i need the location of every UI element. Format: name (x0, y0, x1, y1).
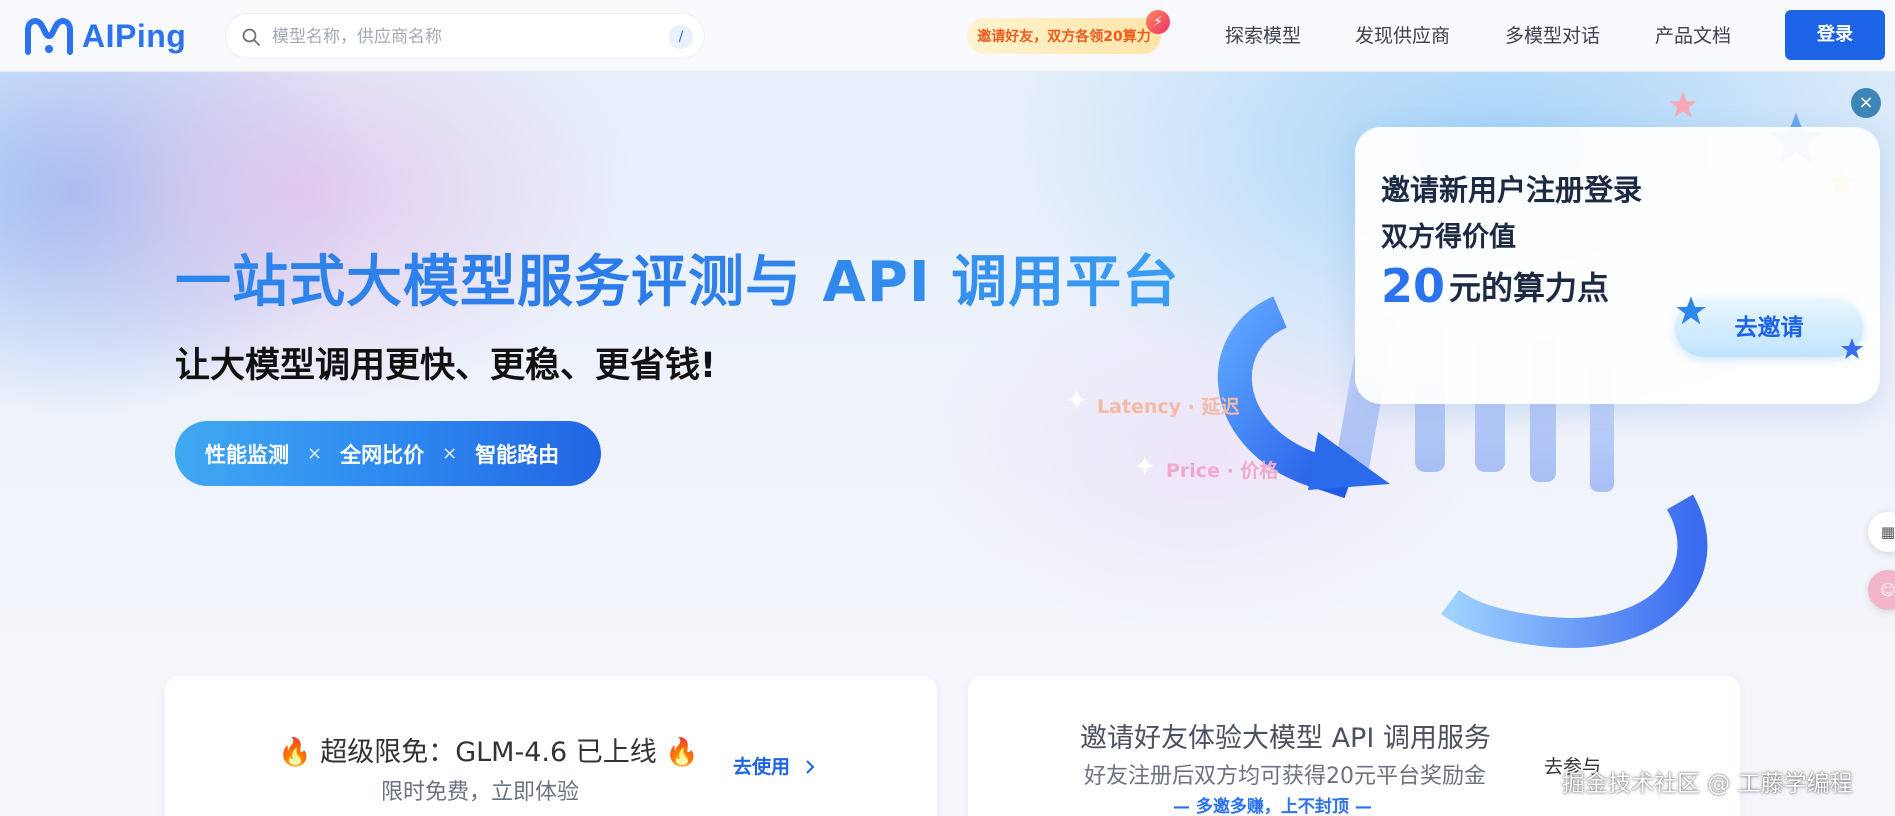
nav-explore-models[interactable]: 探索模型 (1225, 22, 1301, 50)
close-icon[interactable]: × (1851, 88, 1881, 118)
promo-card-subtitle: 限时免费，立即体验 (381, 780, 580, 805)
star-icon (1676, 296, 1706, 325)
nav-discover-providers[interactable]: 发现供应商 (1355, 22, 1450, 50)
go-use-link[interactable]: 去使用 (733, 752, 817, 779)
promo-card-title: 🔥 超级限免：GLM-4.6 已上线 🔥 (278, 737, 699, 768)
search-shortcut-key: / (669, 25, 693, 49)
logo-icon (25, 18, 73, 55)
invite-card-title: 邀请好友体验大模型 API 调用服务 (1080, 723, 1491, 754)
login-button[interactable]: 登录 (1785, 10, 1885, 60)
sparkle-icon: ✦ (1133, 450, 1157, 483)
feature-performance-monitoring: 性能监测 (205, 442, 289, 467)
hero-subtitle: 让大模型调用更快、更稳、更省钱! (175, 346, 716, 386)
lightning-icon: ⚡ (1146, 10, 1170, 34)
popup-heading: 邀请新用户注册登录 (1381, 173, 1643, 207)
logo[interactable]: AIPing (24, 14, 186, 58)
promo-card-free-model[interactable]: 🔥 超级限免：GLM-4.6 已上线 🔥 限时免费，立即体验 去使用 (165, 676, 937, 816)
price-tag: Price · 价格 (1166, 460, 1279, 482)
feature-separator: × (307, 443, 323, 464)
top-nav-bar: AIPing / 邀请好友，双方各领20算力 ⚡ 探索模型 发现供应商 多模型对… (0, 0, 1895, 72)
chevron-right-icon (805, 760, 815, 774)
hero-title: 一站式大模型服务评测与 API 调用平台 (175, 237, 1179, 318)
feature-pill: 性能监测 × 全网比价 × 智能路由 (175, 421, 601, 486)
feature-price-comparison: 全网比价 (340, 442, 425, 467)
nav-multi-model-chat[interactable]: 多模型对话 (1505, 22, 1600, 50)
popup-subheading: 双方得价值 (1381, 222, 1516, 253)
watermark: 掘金技术社区 @ 工藤学编程 (1562, 771, 1853, 797)
search-input[interactable] (272, 22, 632, 52)
invite-card-tagline: — 多邀多赚，上不封顶 — (1173, 797, 1372, 816)
latency-tag: Latency · 延迟 (1097, 396, 1240, 418)
popup-reward: 20 元的算力点 (1381, 259, 1609, 313)
star-icon (1669, 91, 1697, 118)
go-use-label: 去使用 (733, 756, 791, 778)
invite-card-subtitle: 好友注册后双方均可获得20元平台奖励金 (1084, 764, 1486, 789)
invite-friends-badge[interactable]: 邀请好友，双方各领20算力 (967, 18, 1161, 54)
feature-separator: × (442, 443, 458, 464)
popup-reward-amount: 20 (1381, 259, 1446, 313)
search-box[interactable]: / (225, 13, 705, 59)
popup-reward-unit: 元的算力点 (1449, 269, 1610, 307)
feature-smart-routing: 智能路由 (475, 442, 560, 467)
sparkle-icon: ✦ (1065, 384, 1089, 417)
logo-text: AIPing (82, 17, 187, 54)
nav-product-docs[interactable]: 产品文档 (1655, 22, 1731, 50)
star-icon (1841, 338, 1863, 359)
search-icon (242, 28, 260, 46)
invite-popup: 邀请新用户注册登录 双方得价值 20 元的算力点 去邀请 (1355, 127, 1880, 404)
